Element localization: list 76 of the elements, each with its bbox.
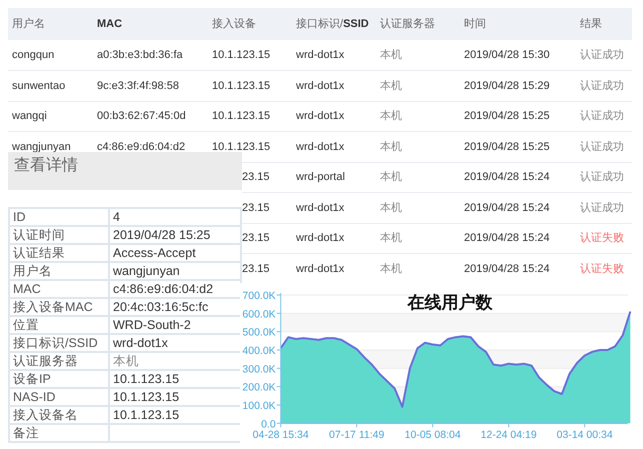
table-cell: 2019/04/28 15:29 xyxy=(460,70,576,101)
table-cell: wangqi xyxy=(8,101,93,132)
table-cell: sunwentao xyxy=(8,70,93,101)
axis-label: 07-17 11:49 xyxy=(329,429,384,441)
table-cell: 认证失败 xyxy=(576,223,632,254)
axis-label: 600.0K xyxy=(242,308,276,320)
axis-label: 300.0K xyxy=(242,363,276,376)
table-cell: 2019/04/28 15:25 xyxy=(460,101,576,132)
table-cell: 00:b3:62:67:45:0d xyxy=(93,101,208,132)
axis-label: 10-05 08:04 xyxy=(404,429,461,441)
table-cell: 2019/04/28 15:24 xyxy=(460,223,576,254)
table-cell: 本机 xyxy=(376,70,460,101)
table-cell: 认证成功 xyxy=(576,70,632,101)
column-header: 结果 xyxy=(576,8,632,40)
panel-title: 查看详情 xyxy=(8,152,242,190)
axis-label: 100.0K xyxy=(242,400,276,412)
table-cell: wrd-portal xyxy=(292,162,376,192)
axis-label: 700.0K xyxy=(242,290,276,302)
axis-label: 500.0K xyxy=(242,326,276,339)
column-header: MAC xyxy=(93,8,208,40)
table-cell: 2019/04/28 15:24 xyxy=(460,162,576,192)
field-value: 4 xyxy=(109,208,241,226)
table-cell: 认证成功 xyxy=(576,132,632,162)
axis-label: 04-28 15:34 xyxy=(252,429,309,441)
table-cell: 认证成功 xyxy=(576,40,632,70)
field-label: 备注 xyxy=(9,424,109,442)
axis-label: 03-14 00:34 xyxy=(556,429,613,441)
table-cell: 本机 xyxy=(376,101,460,132)
field-value: wangjunyan xyxy=(109,262,241,280)
table-cell: 2019/04/28 15:24 xyxy=(460,192,576,223)
table-cell: 认证成功 xyxy=(576,162,632,192)
field-label: 认证服务器 xyxy=(9,352,109,370)
field-label: 位置 xyxy=(9,316,109,334)
column-header: 用户名 xyxy=(8,8,93,40)
table-cell: congqun xyxy=(8,40,93,70)
axis-label: 400.0K xyxy=(242,344,276,357)
table-cell: 本机 xyxy=(376,162,460,192)
table-cell: wrd-dot1x xyxy=(292,70,376,101)
field-value: 2019/04/28 15:25 xyxy=(109,226,241,244)
table-cell: 9c:e3:3f:4f:98:58 xyxy=(93,70,208,101)
field-label: ID xyxy=(9,208,109,226)
column-header: 认证服务器 xyxy=(376,8,460,40)
field-label: 设备IP xyxy=(9,370,109,388)
chart-title: 在线用户数 xyxy=(408,293,492,312)
field-label: 接入设备MAC xyxy=(9,298,109,316)
field-value: Access-Accept xyxy=(109,244,241,262)
table-cell: a0:3b:e3:bd:36:fa xyxy=(93,40,208,70)
table-cell: 本机 xyxy=(376,132,460,162)
table-cell: 本机 xyxy=(376,192,460,223)
axis-label: 200.0K xyxy=(242,382,276,394)
table-cell: wrd-dot1x xyxy=(292,192,376,223)
table-cell: 本机 xyxy=(376,223,460,254)
field-label: 认证结果 xyxy=(9,244,109,262)
table-cell: wrd-dot1x xyxy=(292,132,376,162)
table-cell: 认证成功 xyxy=(576,101,632,132)
field-label: 接入设备名 xyxy=(9,406,109,424)
field-label: 认证时间 xyxy=(9,226,109,244)
table-cell: wrd-dot1x xyxy=(292,223,376,254)
field-label: 用户名 xyxy=(9,262,109,280)
field-label: NAS-ID xyxy=(9,388,109,406)
table-cell: 10.1.123.15 xyxy=(208,101,292,132)
table-cell: 10.1.123.15 xyxy=(208,40,292,70)
table-cell: 2019/04/28 15:30 xyxy=(460,40,576,70)
axis-label: 12-24 04:19 xyxy=(480,429,537,441)
field-label: MAC xyxy=(9,280,109,298)
table-cell: 10.1.123.15 xyxy=(208,70,292,101)
axis-label: 0.0 xyxy=(261,418,276,430)
table-cell: wrd-dot1x xyxy=(292,40,376,70)
table-cell: 认证成功 xyxy=(576,192,632,223)
table-cell: wrd-dot1x xyxy=(292,101,376,132)
field-label: 接口标识/SSID xyxy=(9,334,109,352)
table-cell: 2019/04/28 15:25 xyxy=(460,132,576,162)
column-header: 接入设备 xyxy=(208,8,292,40)
column-header: 时间 xyxy=(460,8,576,40)
table-cell: 本机 xyxy=(376,40,460,70)
column-header: 接口标识/SSID xyxy=(292,8,376,40)
